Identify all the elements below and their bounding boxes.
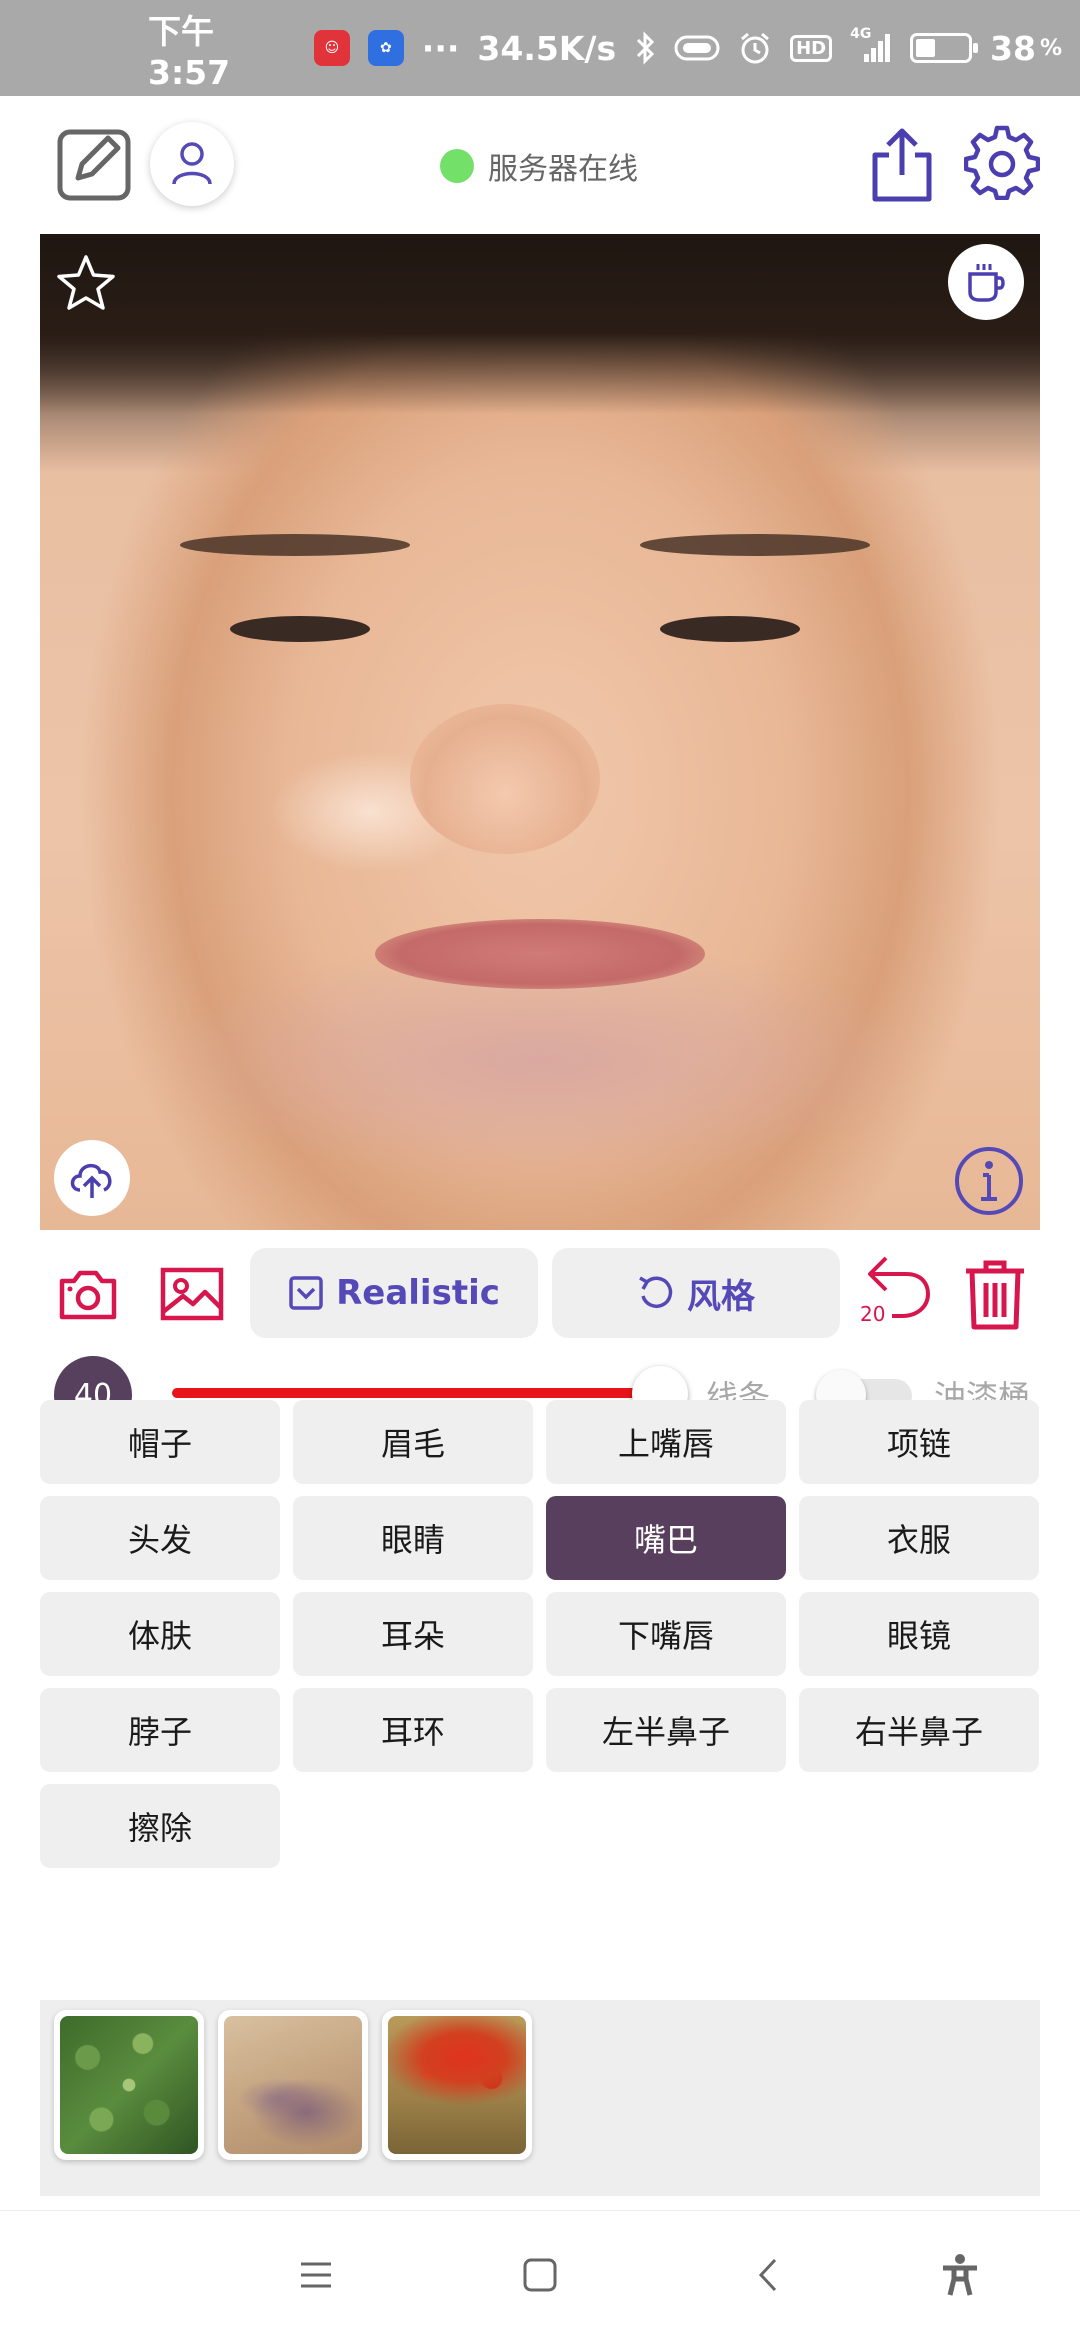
gear-icon[interactable] <box>962 122 1042 202</box>
menu-icon[interactable] <box>286 2245 346 2305</box>
coffee-cup-icon[interactable] <box>948 244 1024 320</box>
cloud-upload-icon[interactable] <box>54 1140 130 1216</box>
vibrate-icon <box>674 34 720 62</box>
camera-icon[interactable] <box>56 1264 120 1324</box>
style-thumbnail-tray <box>40 2000 1040 2196</box>
photo-hair <box>40 234 1040 414</box>
alarm-icon <box>738 31 772 65</box>
hd-icon: HD <box>790 34 833 62</box>
style-button[interactable]: 风格 <box>552 1248 840 1338</box>
battery-percent: 38 % <box>990 29 1062 68</box>
segment-button[interactable]: 眼睛 <box>293 1496 533 1580</box>
photo-left-brow <box>180 534 410 556</box>
signal-icon: 4G <box>850 26 892 64</box>
gallery-icon[interactable] <box>158 1264 226 1324</box>
star-icon[interactable] <box>54 252 118 316</box>
segment-button[interactable]: 眼镜 <box>799 1592 1039 1676</box>
baidu-paw-icon: ✿ <box>367 30 404 66</box>
battery-percent-unit: % <box>1039 35 1063 61</box>
tool-bar: Realistic 风格 20 <box>0 1248 1080 1340</box>
segment-button[interactable]: 头发 <box>40 1496 280 1580</box>
server-status-label: 服务器在线 <box>488 152 638 187</box>
trash-icon[interactable] <box>958 1254 1032 1336</box>
green-foliage-texture[interactable] <box>54 2010 204 2160</box>
photo-lips <box>375 919 705 989</box>
checkbox-icon <box>288 1275 324 1311</box>
style-label: 风格 <box>687 1276 755 1317</box>
undo-button[interactable]: 20 <box>856 1254 936 1336</box>
back-icon[interactable] <box>738 2245 798 2305</box>
segment-button[interactable]: 衣服 <box>799 1496 1039 1580</box>
signal-label: 4G <box>850 26 872 42</box>
server-status: 服务器在线 <box>440 144 638 188</box>
segment-button[interactable]: 耳朵 <box>293 1592 533 1676</box>
segment-button[interactable]: 右半鼻子 <box>799 1688 1039 1772</box>
home-icon[interactable] <box>510 2245 570 2305</box>
mode-label: Realistic <box>336 1273 500 1313</box>
system-nav-bar <box>0 2210 1080 2340</box>
server-status-dot <box>440 149 474 183</box>
segment-button[interactable]: 帽子 <box>40 1400 280 1484</box>
segment-button[interactable]: 擦除 <box>40 1784 280 1868</box>
photo-canvas[interactable] <box>40 234 1040 1230</box>
photo-nose <box>410 704 600 854</box>
photo-right-eye <box>660 616 800 642</box>
info-icon[interactable] <box>952 1144 1026 1218</box>
battery-percent-value: 38 <box>990 28 1036 68</box>
more-notifications-icon: ··· <box>421 28 460 68</box>
battery-icon <box>910 33 978 63</box>
top-bar: 服务器在线 <box>0 96 1080 234</box>
brown-paper-texture[interactable] <box>218 2010 368 2160</box>
photo-right-brow <box>640 534 870 556</box>
status-bar: 下午3:57 ☺ ✿ ··· 34.5K/s HD 4G 38 % <box>0 0 1080 96</box>
segment-button[interactable]: 脖子 <box>40 1688 280 1772</box>
user-icon[interactable] <box>150 122 234 206</box>
red-flower-painting[interactable] <box>382 2010 532 2160</box>
mode-realistic-button[interactable]: Realistic <box>250 1248 538 1338</box>
undo-count: 20 <box>860 1302 886 1326</box>
segment-button[interactable]: 眉毛 <box>293 1400 533 1484</box>
rotate-icon <box>637 1274 675 1312</box>
segment-button[interactable]: 左半鼻子 <box>546 1688 786 1772</box>
edit-icon[interactable] <box>56 124 134 202</box>
segment-button[interactable]: 耳环 <box>293 1688 533 1772</box>
segment-button[interactable]: 上嘴唇 <box>546 1400 786 1484</box>
status-time: 下午3:57 <box>148 11 231 92</box>
segment-button[interactable]: 下嘴唇 <box>546 1592 786 1676</box>
brush-size-track[interactable] <box>172 1388 658 1398</box>
segment-button[interactable]: 嘴巴 <box>546 1496 786 1580</box>
bluetooth-icon <box>634 31 656 65</box>
share-icon[interactable] <box>866 124 938 204</box>
segment-button[interactable]: 项链 <box>799 1400 1039 1484</box>
accessibility-icon[interactable] <box>930 2245 990 2305</box>
photo-left-eye <box>230 616 370 642</box>
network-speed: 34.5K/s <box>477 28 617 68</box>
segment-button[interactable]: 体肤 <box>40 1592 280 1676</box>
red-app-icon: ☺ <box>313 30 350 66</box>
